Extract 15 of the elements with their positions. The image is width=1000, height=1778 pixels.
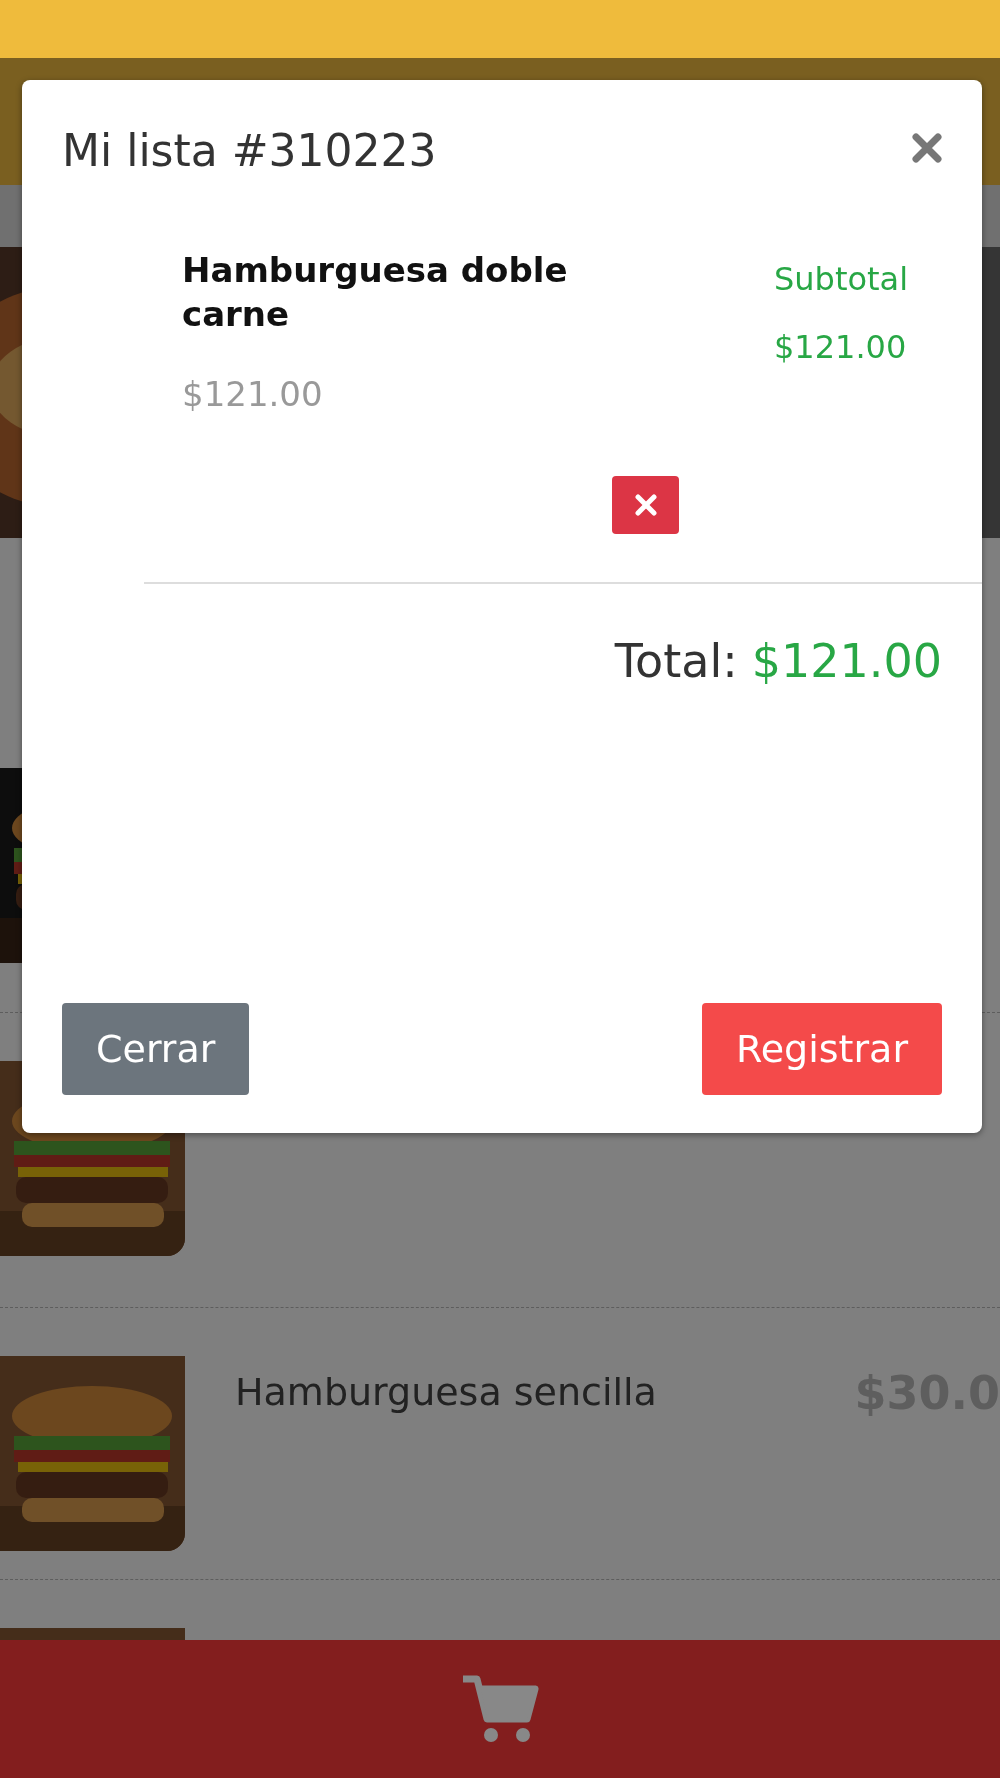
close-button[interactable]	[912, 133, 942, 163]
dialog-title: Mi lista #310223	[62, 125, 437, 176]
total-value: $121.00	[751, 634, 942, 688]
item-price: $121.00	[182, 374, 324, 414]
close-icon	[912, 133, 942, 163]
item-name: Hamburguesa doble carne	[182, 249, 569, 336]
close-icon	[634, 494, 657, 516]
register-button[interactable]: Registrar	[702, 1003, 942, 1095]
cart-icon[interactable]	[461, 1675, 539, 1743]
total-label: Total:	[614, 634, 738, 688]
subtotal-label: Subtotal	[774, 260, 909, 298]
close-button[interactable]: Cerrar	[62, 1003, 250, 1095]
subtotal-value: $121.00	[774, 328, 908, 366]
product-name: Hamburguesa sencilla	[235, 1370, 657, 1414]
delete-button[interactable]	[612, 476, 679, 534]
